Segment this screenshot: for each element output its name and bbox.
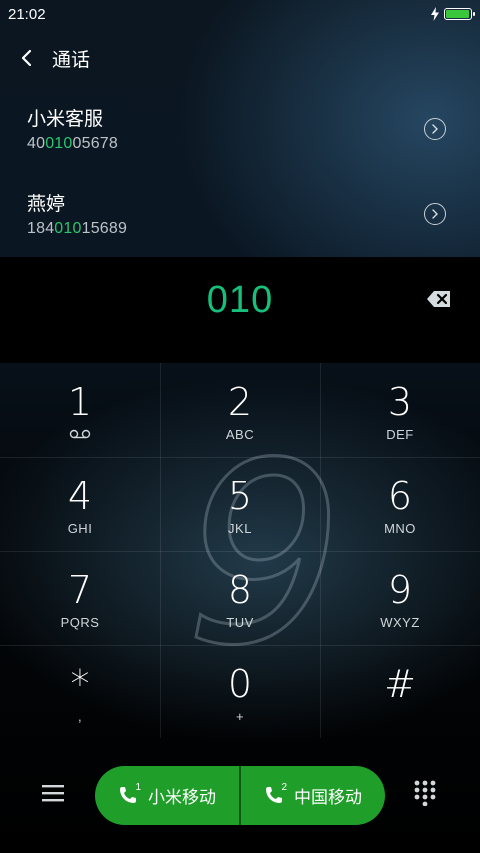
status-icons <box>430 7 475 21</box>
key-letters: WXYZ <box>380 615 420 630</box>
menu-icon <box>42 785 64 802</box>
key-digit: 5 <box>227 474 253 518</box>
dialpad-toggle-button[interactable] <box>408 776 442 810</box>
page-title: 通话 <box>52 49 91 71</box>
dial-input-bar: 010 <box>0 257 480 363</box>
key-1[interactable]: 1 <box>0 363 160 457</box>
dialpad-icon <box>414 780 436 806</box>
key-6[interactable]: 6 MNO <box>320 457 480 551</box>
key-5[interactable]: 5 JKL <box>160 457 320 551</box>
call-sim2-button[interactable]: 2 中国移动 <box>241 766 385 825</box>
key-letters: TUV <box>226 615 254 630</box>
key-star[interactable]: * , <box>0 645 160 739</box>
delete-button[interactable] <box>426 289 452 309</box>
key-3[interactable]: 3 DEF <box>320 363 480 457</box>
key-digit: 4 <box>67 474 93 518</box>
sim-number: 1 <box>135 781 141 793</box>
key-digit: * <box>70 662 90 706</box>
contact-results: 小米客服 4001005678 燕婷 18401015689 <box>0 86 480 256</box>
call-sim1-label: 小米移动 <box>148 788 216 807</box>
contact-detail-button[interactable] <box>424 118 446 140</box>
number-match: 010 <box>45 135 73 152</box>
phone-sim1-icon: 1 <box>118 781 141 807</box>
key-digit: 2 <box>227 380 253 424</box>
key-letters: PQRS <box>60 615 100 630</box>
number-suffix: 15689 <box>81 220 128 237</box>
chevron-right-icon <box>432 209 438 219</box>
key-digit: 3 <box>387 380 413 424</box>
dial-input[interactable]: 010 <box>0 279 480 322</box>
header: 通话 <box>0 40 480 76</box>
key-letters: GHI <box>67 521 93 536</box>
number-match: 010 <box>54 220 82 237</box>
key-letters: + <box>235 709 245 724</box>
charging-icon <box>431 7 439 21</box>
key-7[interactable]: 7 PQRS <box>0 551 160 645</box>
key-letters: JKL <box>228 521 252 536</box>
key-digit: 8 <box>227 568 253 612</box>
contact-name: 燕婷 <box>27 194 66 215</box>
key-letters: MNO <box>384 521 416 536</box>
backspace-icon <box>427 291 450 307</box>
key-digit: 1 <box>67 380 93 424</box>
contact-number: 18401015689 <box>27 220 480 238</box>
contact-name: 小米客服 <box>27 109 104 130</box>
dial-keypad: 1 2 ABC 3 DEF 4 GHI 5 JKL 6 MNO 7 PQRS 8… <box>0 363 480 738</box>
key-digit: 6 <box>387 474 413 518</box>
contact-result-item[interactable]: 燕婷 18401015689 <box>0 171 480 256</box>
bottom-bar: 1 小米移动 2 中国移动 <box>0 750 480 842</box>
key-4[interactable]: 4 GHI <box>0 457 160 551</box>
back-button[interactable] <box>0 40 52 76</box>
key-digit: 9 <box>387 568 413 612</box>
key-letters: ABC <box>225 427 255 442</box>
battery-level <box>446 10 469 18</box>
key-letters: , <box>77 709 83 724</box>
sim-number: 2 <box>281 781 287 793</box>
menu-button[interactable] <box>36 776 70 810</box>
key-digit: 0 <box>227 662 253 706</box>
number-prefix: 40 <box>27 135 46 152</box>
contact-result-item[interactable]: 小米客服 4001005678 <box>0 86 480 171</box>
key-2[interactable]: 2 ABC <box>160 363 320 457</box>
key-digit: 7 <box>67 568 93 612</box>
key-9[interactable]: 9 WXYZ <box>320 551 480 645</box>
call-buttons: 1 小米移动 2 中国移动 <box>95 766 385 825</box>
key-hash[interactable]: # <box>320 645 480 739</box>
contact-detail-button[interactable] <box>424 203 446 225</box>
number-suffix: 05678 <box>72 135 118 152</box>
key-letters: DEF <box>386 427 414 442</box>
key-0[interactable]: 0 + <box>160 645 320 739</box>
number-prefix: 184 <box>27 220 55 237</box>
battery-icon <box>444 8 475 20</box>
chevron-right-icon <box>432 124 438 134</box>
key-digit: # <box>384 662 416 706</box>
voicemail-icon <box>69 429 91 439</box>
call-sim1-button[interactable]: 1 小米移动 <box>95 766 239 825</box>
phone-sim2-icon: 2 <box>264 781 287 807</box>
status-time: 21:02 <box>8 5 46 23</box>
key-8[interactable]: 8 TUV <box>160 551 320 645</box>
contact-number: 4001005678 <box>27 135 480 153</box>
status-bar: 21:02 <box>0 0 480 28</box>
chevron-left-icon <box>21 49 32 67</box>
call-sim2-label: 中国移动 <box>294 788 362 807</box>
